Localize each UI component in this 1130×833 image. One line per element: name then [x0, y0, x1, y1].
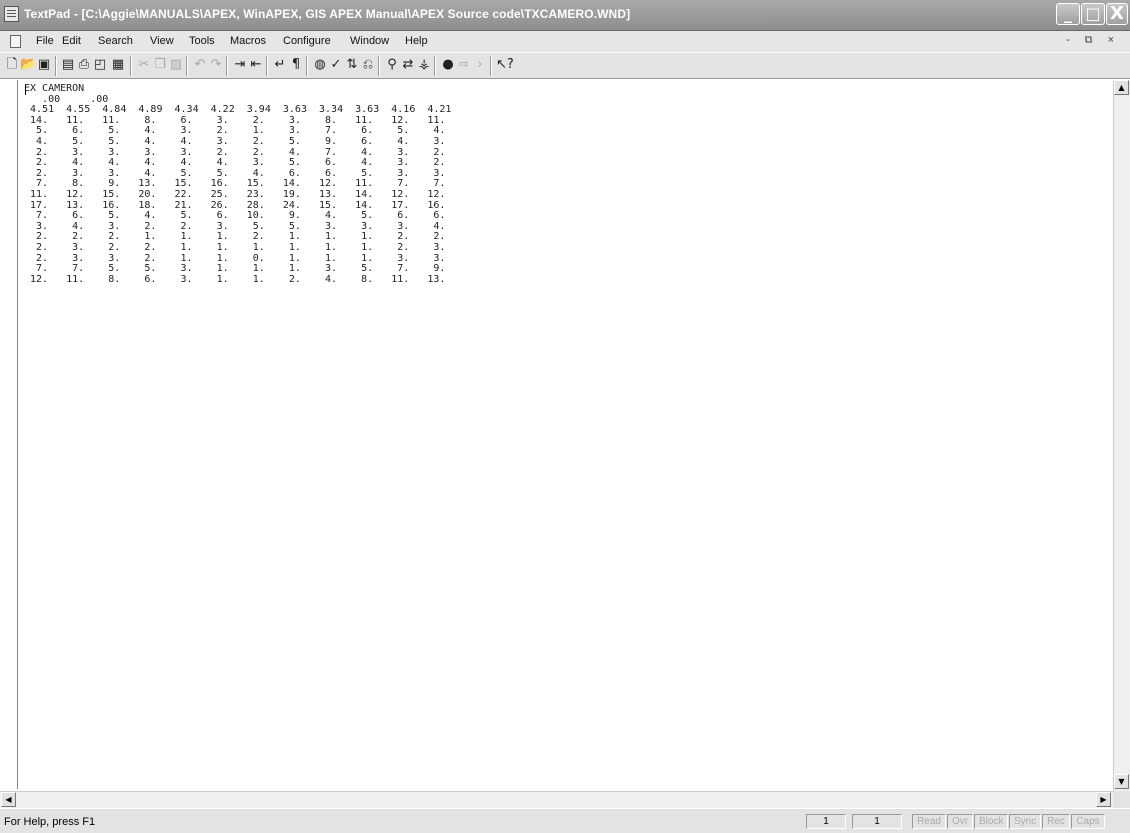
toolbar-separator [186, 56, 188, 76]
scroll-left-button[interactable]: ◀ [1, 792, 16, 807]
menu-help[interactable]: Help [405, 35, 428, 47]
text-line[interactable]: 14. 11. 11. 8. 6. 3. 2. 3. 8. 11. 12. 11… [24, 115, 445, 126]
text-line[interactable]: 2. 3. 3. 2. 1. 1. 0. 1. 1. 1. 3. 3. [24, 253, 445, 264]
status-rec-flag: Rec [1042, 814, 1070, 829]
scroll-up-button[interactable]: ▲ [1114, 80, 1129, 95]
text-line[interactable]: 2. 3. 2. 2. 1. 1. 1. 1. 1. 1. 2. 3. [24, 242, 445, 253]
title-bar: TextPad - [C:\Aggie\MANUALS\APEX, WinAPE… [0, 0, 1130, 31]
editor-pane[interactable]: EX CAMERON .00 .00 4.51 4.55 4.84 4.89 4… [17, 80, 1114, 789]
toolbar-separator [490, 56, 492, 76]
scroll-right-button[interactable]: ▶ [1096, 792, 1111, 807]
toolbar-separator [55, 56, 57, 76]
status-help-text: For Help, press F1 [4, 816, 96, 828]
spell-check-icon[interactable]: ✓ [328, 57, 344, 73]
cut-icon[interactable]: ✂ [136, 57, 152, 73]
text-line[interactable]: EX CAMERON [24, 83, 84, 94]
copy-icon[interactable]: ❐ [152, 57, 168, 73]
text-line[interactable]: 7. 7. 5. 5. 3. 1. 1. 1. 3. 5. 7. 9. [24, 263, 445, 274]
window-title: TextPad - [C:\Aggie\MANUALS\APEX, WinAPE… [24, 7, 631, 21]
text-line[interactable]: 3. 4. 3. 2. 2. 3. 5. 5. 3. 3. 3. 4. [24, 221, 445, 232]
context-help-icon[interactable]: ↖? [496, 57, 514, 73]
text-line[interactable]: 2. 4. 4. 4. 4. 4. 3. 5. 6. 4. 3. 2. [24, 157, 445, 168]
new-file-icon[interactable]: 🗋 [4, 57, 20, 73]
undo-icon[interactable]: ↶ [192, 57, 208, 73]
text-line[interactable]: 5. 6. 5. 4. 3. 2. 1. 3. 7. 6. 5. 4. [24, 125, 445, 137]
visible-spaces-icon[interactable]: ¶ [288, 57, 304, 73]
text-line[interactable]: 11. 12. 15. 20. 22. 25. 23. 19. 13. 14. … [24, 189, 445, 200]
text-line[interactable]: 4. 5. 5. 4. 4. 3. 2. 5. 9. 6. 4. 3. [24, 136, 445, 147]
outdent-icon[interactable]: ⇤ [248, 57, 264, 73]
vertical-scrollbar[interactable]: ▲ ▼ [1113, 80, 1130, 791]
status-sync-flag: Sync [1009, 814, 1041, 829]
text-cursor [25, 85, 26, 95]
scroll-down-button[interactable]: ▼ [1114, 774, 1129, 789]
print-icon[interactable]: ⎙ [76, 57, 92, 73]
toolbar-separator [434, 56, 436, 76]
text-line[interactable]: 2. 3. 3. 4. 5. 5. 4. 6. 6. 5. 3. 3. [24, 168, 445, 179]
print-preview-icon[interactable]: ◰ [92, 57, 108, 73]
toolbar-separator [266, 56, 268, 76]
find-icon[interactable]: ⚲ [384, 57, 400, 73]
menu-view[interactable]: View [150, 35, 174, 47]
horizontal-scrollbar[interactable]: ◀ ▶ [0, 791, 1113, 808]
text-line[interactable]: 12. 11. 8. 6. 3. 1. 1. 2. 4. 8. 11. 13. [24, 274, 445, 285]
toolbar-separator [378, 56, 380, 76]
paste-icon[interactable]: ▨ [168, 57, 184, 73]
compare-icon[interactable]: ⎌ [360, 57, 376, 73]
redo-icon[interactable]: ↷ [208, 57, 224, 73]
menu-configure[interactable]: Configure [283, 35, 331, 47]
close-button[interactable]: X [1106, 3, 1128, 25]
status-read-flag: Read [912, 814, 946, 829]
maximize-button[interactable]: □ [1081, 3, 1105, 25]
textpad-app-icon[interactable] [4, 6, 19, 22]
text-line[interactable]: 17. 13. 16. 18. 21. 26. 28. 24. 15. 14. … [24, 200, 445, 211]
text-line[interactable]: 4.51 4.55 4.84 4.89 4.34 4.22 3.94 3.63 … [24, 104, 451, 115]
status-block-flag: Block [974, 814, 1008, 829]
menu-file[interactable]: File [36, 35, 54, 47]
status-bar: For Help, press F1 1 1 Read Ovr Block Sy… [0, 808, 1130, 833]
toolbar-separator [306, 56, 308, 76]
text-line[interactable]: 2. 2. 2. 1. 1. 1. 2. 1. 1. 1. 2. 2. [24, 231, 445, 243]
toolbar-separator [226, 56, 228, 76]
replace-icon[interactable]: ⇄ [400, 57, 416, 73]
minimize-button[interactable]: _ [1056, 3, 1080, 25]
spelling-icon[interactable]: ◍ [312, 57, 328, 73]
indent-icon[interactable]: ⇥ [232, 57, 248, 73]
status-line-number: 1 [806, 814, 846, 829]
next-bookmark-icon[interactable]: › [472, 57, 488, 73]
document-text[interactable]: EX CAMERON .00 .00 4.51 4.55 4.84 4.89 4… [24, 83, 451, 285]
text-line[interactable]: 2. 3. 3. 3. 3. 2. 2. 4. 7. 4. 3. 2. [24, 147, 445, 158]
menu-window[interactable]: Window [350, 35, 389, 47]
find-in-files-icon[interactable]: ⚶ [416, 57, 432, 73]
status-caps-flag: Caps [1071, 814, 1105, 829]
document-icon[interactable] [10, 35, 21, 48]
bookmark-icon[interactable]: ● [440, 57, 456, 73]
prev-bookmark-icon[interactable]: ⇨ [456, 57, 472, 73]
status-ovr-flag: Ovr [947, 814, 973, 829]
toolbar-separator [130, 56, 132, 76]
text-line[interactable]: 7. 8. 9. 13. 15. 16. 15. 14. 12. 11. 7. … [24, 178, 445, 190]
scrollbar-corner [1113, 791, 1130, 808]
menu-bar: File Edit Search View Tools Macros Confi… [0, 31, 1130, 52]
word-wrap-icon[interactable]: ↵ [272, 57, 288, 73]
open-icon[interactable]: 📂 [20, 57, 36, 73]
toolbar: 🗋 📂 ▣ ▤ ⎙ ◰ ▦ ✂ ❐ ▨ ↶ ↷ ⇥ ⇤ ↵ ¶ ◍ ✓ ⇅ ⎌ … [0, 52, 1130, 79]
menu-tools[interactable]: Tools [189, 35, 215, 47]
text-line[interactable]: .00 .00 [24, 94, 108, 105]
status-column-number: 1 [852, 814, 902, 829]
menu-edit[interactable]: Edit [62, 35, 81, 47]
menu-search[interactable]: Search [98, 35, 133, 47]
save-all-icon[interactable]: ▤ [60, 57, 76, 73]
manage-files-icon[interactable]: ▦ [110, 57, 126, 73]
mdi-window-controls[interactable]: - ⧉ × [1066, 34, 1120, 47]
save-icon[interactable]: ▣ [36, 57, 52, 73]
menu-macros[interactable]: Macros [230, 35, 266, 47]
sort-icon[interactable]: ⇅ [344, 57, 360, 73]
text-line[interactable]: 7. 6. 5. 4. 5. 6. 10. 9. 4. 5. 6. 6. [24, 210, 445, 221]
